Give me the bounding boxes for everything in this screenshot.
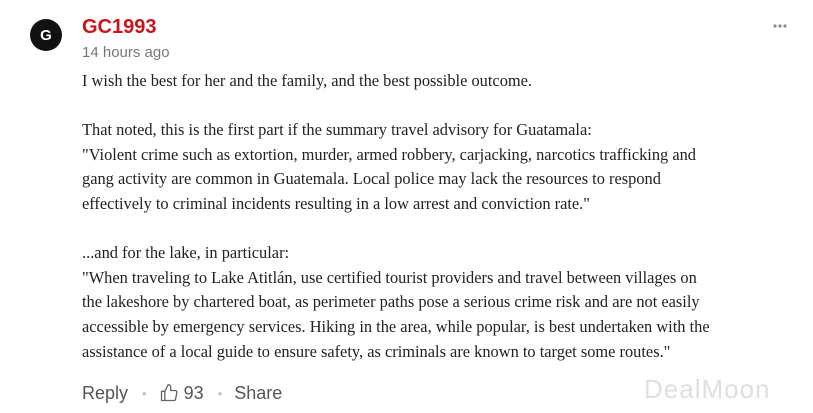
- like-button[interactable]: 93: [159, 383, 204, 404]
- reply-button[interactable]: Reply: [82, 383, 128, 404]
- comment-line: effectively to criminal incidents result…: [82, 193, 590, 213]
- comment-actions: Reply • 93 • Share: [82, 380, 282, 406]
- comment-line: "When traveling to Lake Atitlán, use cer…: [82, 267, 697, 287]
- avatar-initial: G: [40, 26, 52, 44]
- comment-line: That noted, this is the first part if th…: [82, 120, 592, 140]
- comment-line: I wish the best for her and the family, …: [82, 71, 533, 90]
- comment-line: gang activity are common in Guatemala. L…: [82, 169, 661, 189]
- comment-line: assistance of a local guide to ensure sa…: [82, 341, 671, 361]
- like-count: 93: [183, 382, 204, 403]
- comment-body: I wish the best for her and the family, …: [82, 69, 802, 364]
- share-button[interactable]: Share: [234, 383, 282, 404]
- avatar[interactable]: G: [30, 19, 62, 51]
- separator-dot: •: [142, 385, 147, 401]
- dealmoon-watermark: DealMoon: [644, 374, 771, 404]
- username[interactable]: GC1993: [82, 15, 157, 39]
- separator-dot: •: [217, 385, 223, 401]
- comment-line: "Violent crime such as extortion, murder…: [82, 144, 697, 164]
- more-options-button[interactable]: [768, 14, 792, 38]
- more-horizontal-icon: [773, 24, 787, 28]
- comment-timestamp: 14 hours ago: [82, 44, 170, 61]
- thumbs-up-icon: [160, 384, 178, 402]
- comment-line: the lakeshore by chartered boat, as peri…: [82, 292, 700, 312]
- comment-line: ...and for the lake, in particular:: [82, 243, 290, 263]
- comment-line: accessible by emergency services. Hiking…: [82, 316, 710, 336]
